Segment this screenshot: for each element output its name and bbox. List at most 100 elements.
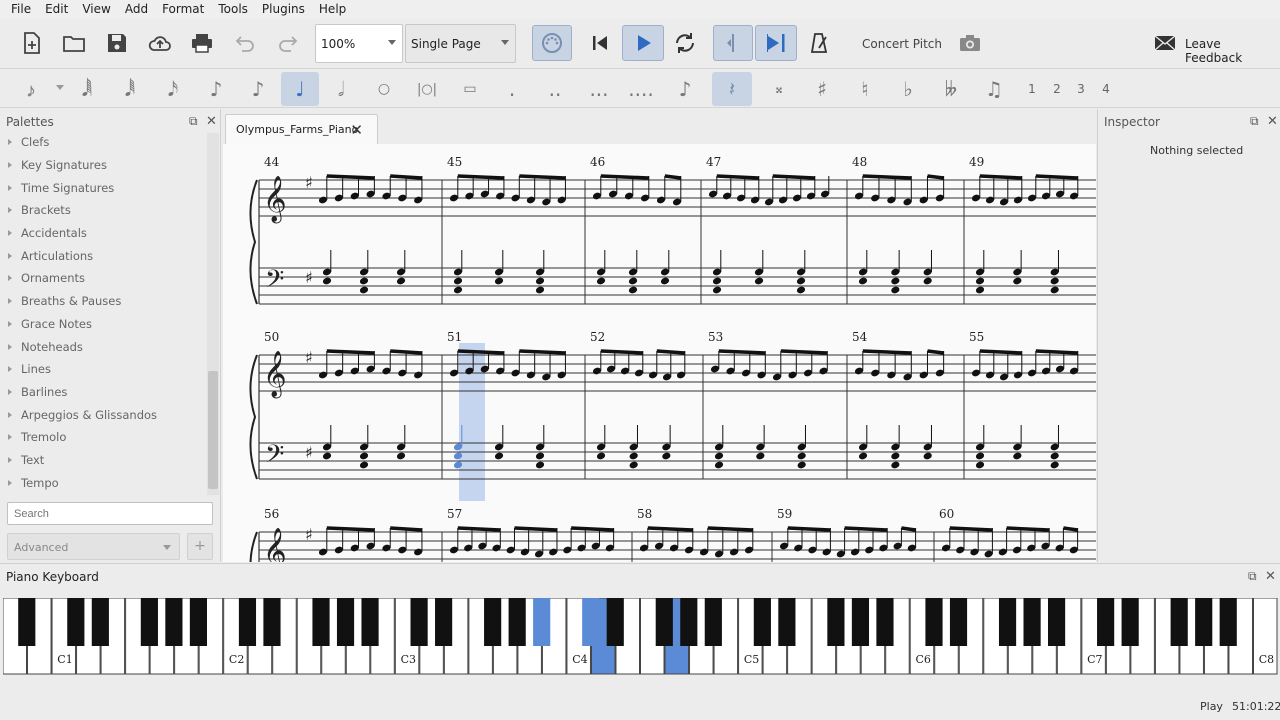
toggle-natural-button[interactable]: ♮ (848, 72, 882, 106)
palette-item[interactable]: Accidentals (0, 222, 206, 245)
palette-item[interactable]: Breaths & Pauses (0, 290, 206, 313)
menu-view[interactable]: View (75, 0, 117, 19)
palette-item[interactable]: Grace Notes (0, 313, 206, 336)
save-button[interactable] (98, 25, 136, 61)
black-key[interactable] (18, 598, 36, 646)
black-key[interactable] (1097, 598, 1115, 646)
metronome-button[interactable] (800, 25, 838, 61)
black-key[interactable] (582, 598, 600, 646)
menu-edit[interactable]: Edit (38, 0, 75, 19)
menu-help[interactable]: Help (312, 0, 353, 19)
black-key[interactable] (508, 598, 526, 646)
undo-button[interactable] (226, 25, 264, 61)
black-key[interactable] (704, 598, 722, 646)
duration-half-button[interactable]: 𝅗𝅥 (324, 72, 358, 106)
palette-item[interactable]: Noteheads (0, 335, 206, 358)
note-input-mode-button[interactable]: 𝆕 (14, 72, 48, 106)
undock-icon[interactable]: ⧉ (189, 114, 198, 129)
leave-feedback-link[interactable]: Leave Feedback (1185, 37, 1280, 65)
print-button[interactable] (183, 25, 221, 61)
palette-item[interactable]: Time Signatures (0, 176, 206, 199)
menu-plugins[interactable]: Plugins (255, 0, 312, 19)
black-key[interactable] (1048, 598, 1066, 646)
black-key[interactable] (1195, 598, 1213, 646)
duration-eighth-button[interactable]: ♪ (199, 72, 233, 106)
toggle-flat-button[interactable]: ♭ (891, 72, 925, 106)
add-palette-button[interactable]: + (187, 533, 213, 560)
score-canvas[interactable]: 𝄞𝄢♯♯444546474849𝄞𝄢♯♯505152535455𝄞𝄢♯♯5657… (223, 144, 1096, 562)
black-key[interactable] (165, 598, 183, 646)
undock-icon[interactable]: ⧉ (1250, 114, 1259, 129)
black-key[interactable] (753, 598, 771, 646)
duration-longa-button[interactable]: ▭ (453, 72, 487, 106)
black-key[interactable] (680, 598, 698, 646)
dot-button[interactable]: . (495, 72, 529, 106)
menu-file[interactable]: File (4, 0, 38, 19)
black-key[interactable] (1121, 598, 1139, 646)
palette-scrollbar[interactable] (207, 133, 219, 495)
palette-item[interactable]: Arpeggios & Glissandos (0, 403, 206, 426)
menu-add[interactable]: Add (118, 0, 155, 19)
black-key[interactable] (484, 598, 502, 646)
black-key[interactable] (263, 598, 281, 646)
feedback-mail-button[interactable] (1150, 25, 1180, 61)
tie-button[interactable]: ♪ (668, 72, 702, 106)
black-key[interactable] (533, 598, 551, 646)
close-icon[interactable]: ✕ (206, 114, 217, 129)
toggle-double-flat-button[interactable]: 𝄫 (934, 72, 968, 106)
loop-out-button[interactable] (755, 25, 797, 61)
loop-button[interactable] (666, 25, 704, 61)
view-mode-combo[interactable]: Single Page (405, 24, 516, 63)
palette-search-input[interactable] (7, 502, 213, 525)
image-capture-button[interactable] (951, 25, 989, 61)
palette-item[interactable]: Articulations (0, 244, 206, 267)
black-key[interactable] (655, 598, 673, 646)
duration-eighth-alt-button[interactable]: ♪ (241, 72, 275, 106)
black-key[interactable] (361, 598, 379, 646)
concert-pitch-toggle[interactable]: Concert Pitch (862, 37, 942, 51)
open-button[interactable] (55, 25, 93, 61)
midi-input-button[interactable] (532, 25, 572, 61)
black-key[interactable] (140, 598, 158, 646)
black-key[interactable] (925, 598, 943, 646)
workspace-combo[interactable]: Advanced (7, 533, 180, 560)
voice-4-button[interactable]: 4 (1089, 72, 1123, 106)
duration-quarter-button[interactable]: ♩ (281, 72, 319, 106)
black-key[interactable] (312, 598, 330, 646)
black-key[interactable] (851, 598, 870, 646)
rest-button[interactable]: 𝄽 (712, 72, 752, 106)
sheet-music[interactable]: 𝄞𝄢♯♯444546474849𝄞𝄢♯♯505152535455𝄞𝄢♯♯5657… (223, 144, 1096, 562)
upload-button[interactable] (141, 25, 179, 61)
scrollbar-thumb[interactable] (208, 371, 218, 489)
black-key[interactable] (336, 598, 355, 646)
chevron-down-icon[interactable] (56, 85, 64, 90)
play-button[interactable] (622, 25, 664, 61)
palette-item[interactable]: Key Signatures (0, 154, 206, 177)
piano-keyboard[interactable]: C1 C2 C3 C4 C5 C6 C7 C8 (3, 598, 1278, 675)
palette-item[interactable]: Tremolo (0, 426, 206, 449)
black-key[interactable] (1170, 598, 1188, 646)
duration-breve-button[interactable]: |○| (410, 72, 444, 106)
menu-format[interactable]: Format (155, 0, 211, 19)
black-key[interactable] (67, 598, 85, 646)
flip-direction-button[interactable]: ♫ (977, 72, 1011, 106)
toggle-sharp-button[interactable]: ♯ (805, 72, 839, 106)
menu-tools[interactable]: Tools (211, 0, 255, 19)
black-key[interactable] (998, 598, 1017, 646)
palette-item[interactable]: Tempo (0, 471, 206, 494)
black-key[interactable] (238, 598, 257, 646)
zoom-combo[interactable]: 100% (315, 24, 403, 63)
duration-16th-button[interactable]: 𝅘𝅥𝅯 (156, 72, 190, 106)
black-key[interactable] (435, 598, 453, 646)
black-key[interactable] (1023, 598, 1041, 646)
score-tab[interactable]: Olympus_Farms_Piano ✕ (225, 114, 378, 144)
palette-item[interactable]: Text (0, 449, 206, 472)
new-score-button[interactable] (12, 25, 50, 61)
duration-64th-button[interactable]: 𝅘𝅥𝅲 (70, 72, 104, 106)
palette-item[interactable]: Barlines (0, 381, 206, 404)
palette-item[interactable]: Clefs (0, 131, 206, 154)
palette-item[interactable]: Brackets (0, 199, 206, 222)
double-dot-button[interactable]: .. (538, 72, 572, 106)
palette-item[interactable]: Ornaments (0, 267, 206, 290)
toggle-double-sharp-button[interactable]: 𝄪 (762, 72, 796, 106)
